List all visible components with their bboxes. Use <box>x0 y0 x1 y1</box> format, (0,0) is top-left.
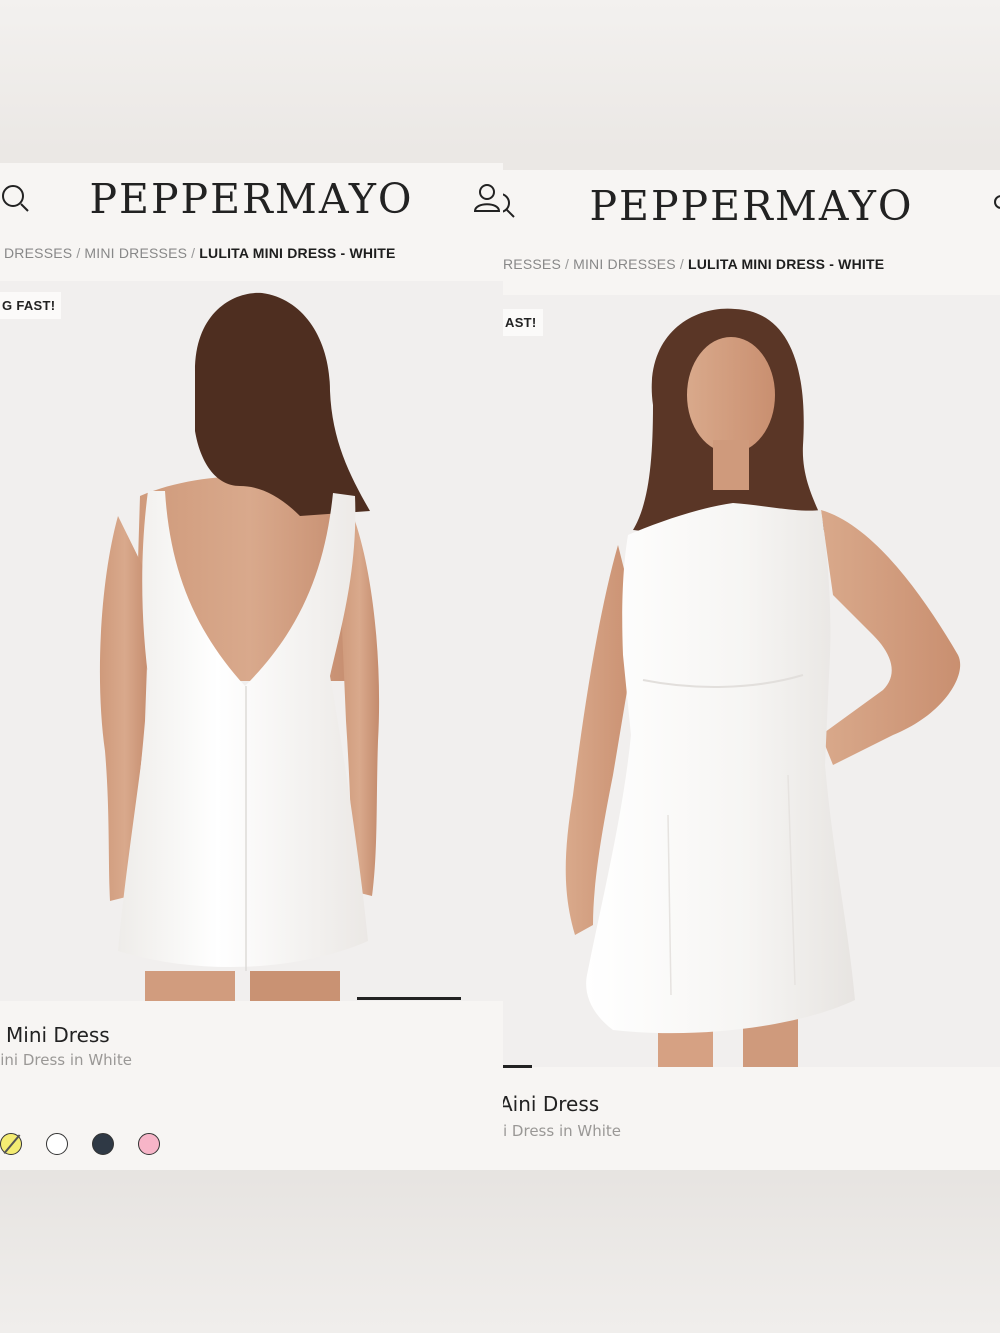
swatch-yellow[interactable] <box>0 1133 22 1155</box>
brand-logo[interactable]: PEPPERMAYO <box>503 182 1000 230</box>
breadcrumb: DRESSES / MINI DRESSES / LULITA MINI DRESS -… <box>4 245 396 261</box>
selling-fast-badge: AST! <box>503 309 543 336</box>
breadcrumb-current: LULITA MINI DRESS - WHITE <box>199 245 396 261</box>
account-icon[interactable] <box>470 181 503 217</box>
breadcrumb-item[interactable]: MINI DRESSES <box>573 256 676 272</box>
breadcrumb-item[interactable]: RESSES <box>503 256 561 272</box>
swatch-navy[interactable] <box>92 1133 114 1155</box>
breadcrumb-item[interactable]: DRESSES <box>4 245 72 261</box>
site-header: PEPPERMAYO <box>503 170 1000 240</box>
swatch-pink[interactable] <box>138 1133 160 1155</box>
product-title: Aini Dress <box>503 1092 600 1116</box>
selling-fast-badge: G FAST! <box>0 292 62 319</box>
product-title: Mini Dress <box>6 1023 110 1047</box>
gallery-progress <box>357 997 461 1000</box>
breadcrumb-current: LULITA MINI DRESS - WHITE <box>687 256 885 272</box>
gallery-progress <box>503 1065 532 1068</box>
screenshot-front-view: PEPPERMAYO RESSES / MINI DRESSES / LULITA MI… <box>503 170 1000 1170</box>
product-subtitle: i Dress in White <box>503 1122 622 1140</box>
product-subtitle: Aini Dress in White <box>0 1051 132 1069</box>
account-icon[interactable] <box>991 190 1000 226</box>
swatch-white[interactable] <box>46 1133 68 1155</box>
color-swatches <box>0 1133 160 1155</box>
breadcrumb-item[interactable]: MINI DRESSES <box>84 245 187 261</box>
screenshot-back-view: PEPPERMAYO DRESSES / MINI DRESSES / LULITA M… <box>0 163 503 1170</box>
product-photo-back[interactable]: G FAST! <box>0 281 503 1001</box>
site-header: PEPPERMAYO <box>0 163 503 233</box>
product-photo-front[interactable]: AST! <box>503 295 1000 1067</box>
breadcrumb: RESSES / MINI DRESSES / LULITA MINI DRESS - … <box>503 256 885 272</box>
brand-logo[interactable]: PEPPERMAYO <box>0 175 503 223</box>
